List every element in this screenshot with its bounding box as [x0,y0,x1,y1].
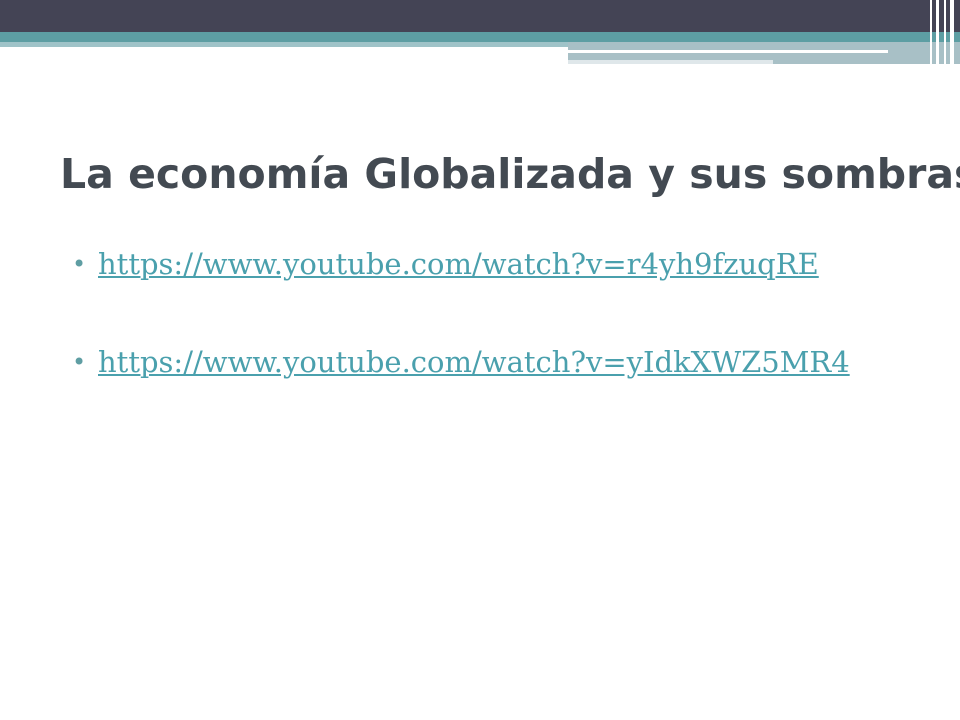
header-vertical-stripes [926,0,960,64]
slide-title: La economía Globalizada y sus sombras [60,150,960,198]
youtube-link-2[interactable]: https://www.youtube.com/watch?v=yIdkXWZ5… [98,345,850,379]
header-band-light [0,42,568,47]
bullet-icon: • [72,348,87,376]
list-item: • https://www.youtube.com/watch?v=yIdkXW… [72,342,902,383]
list-item: • https://www.youtube.com/watch?v=r4yh9f… [72,244,902,285]
header-accent-line-2 [568,60,773,64]
header-band-dark [0,0,960,32]
bullet-icon: • [72,250,87,278]
slide: La economía Globalizada y sus sombras • … [0,0,960,720]
link-list: • https://www.youtube.com/watch?v=r4yh9f… [72,244,902,440]
youtube-link-1[interactable]: https://www.youtube.com/watch?v=r4yh9fzu… [98,247,819,281]
header-accent-line [568,50,888,53]
header-band-teal [0,32,960,42]
